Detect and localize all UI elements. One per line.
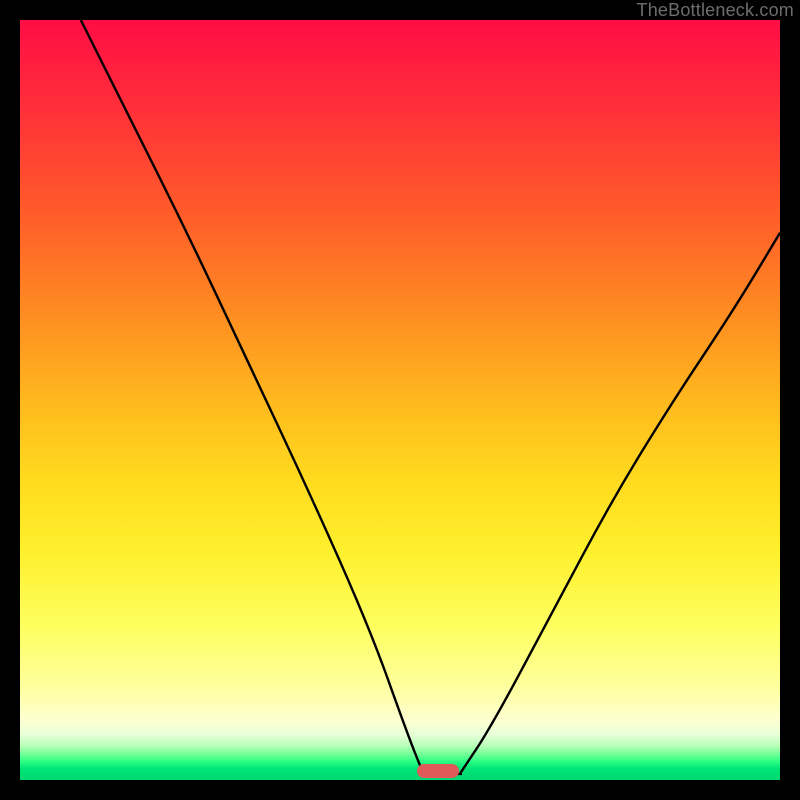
bottleneck-curve xyxy=(20,20,780,780)
chart-frame: TheBottleneck.com xyxy=(0,0,800,800)
curve-path xyxy=(81,20,780,774)
watermark-text: TheBottleneck.com xyxy=(637,0,794,21)
plot-area xyxy=(20,20,780,780)
